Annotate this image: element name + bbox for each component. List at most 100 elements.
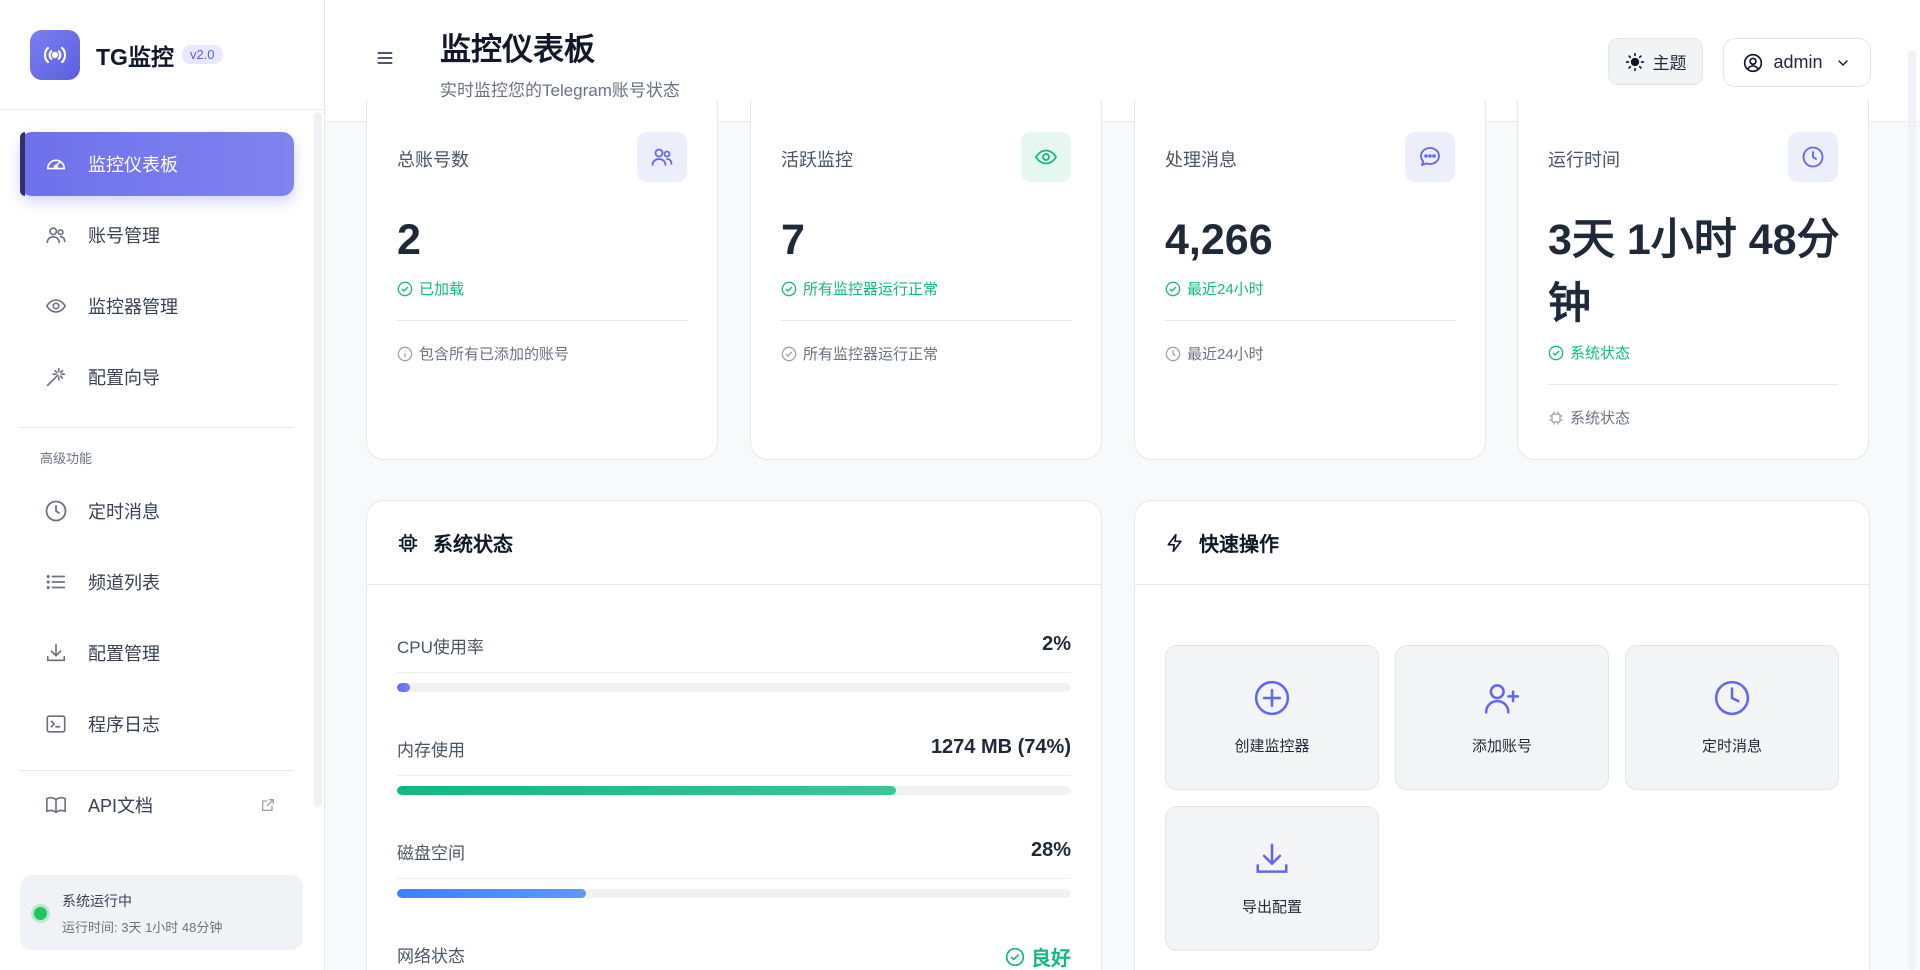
disk-progress-bar (397, 889, 586, 898)
hamburger-icon (377, 52, 393, 64)
users-icon (44, 223, 68, 247)
stat-card-monitors: 活跃监控 7 所有监控器运行正常 所有监控器运行正常 (750, 100, 1102, 460)
action-label: 定时消息 (1701, 738, 1762, 755)
sidebar-item-monitors[interactable]: 监控器管理 (20, 274, 294, 338)
stat-value: 3天 1小时 48分钟 (1548, 216, 1840, 328)
sidebar-item-channels[interactable]: 频道列表 (20, 550, 294, 614)
action-label: 导出配置 (1241, 899, 1302, 916)
version-badge: v2.0 (181, 45, 223, 64)
stat-label: 处理消息 (1165, 150, 1237, 170)
sidebar-item-dashboard[interactable]: 监控仪表板 (20, 132, 294, 196)
clock-icon (1714, 680, 1750, 716)
quick-actions-panel: 快速操作 创建监控器 添加账号 定时消息 导出配置 (1134, 500, 1870, 970)
progress-track (397, 889, 1071, 898)
cpu-metric: CPU使用率 2% (397, 633, 1071, 692)
sidebar-item-label: 配置管理 (88, 644, 160, 664)
create-monitor-button[interactable]: 创建监控器 (1165, 645, 1379, 790)
brand-name: TG监控 (96, 43, 174, 70)
divider (1165, 320, 1455, 321)
stat-note: 包含所有已添加的账号 (397, 343, 569, 364)
sidebar-item-label: 定时消息 (88, 502, 160, 522)
stat-note-text: 所有监控器运行正常 (803, 346, 939, 363)
sidebar-item-scheduled[interactable]: 定时消息 (20, 479, 294, 543)
stat-card-uptime: 运行时间 3天 1小时 48分钟 系统状态 系统状态 (1517, 100, 1869, 460)
user-circle-icon (1744, 53, 1763, 72)
chevron-down-icon (1837, 59, 1848, 66)
stat-status-text: 所有监控器运行正常 (803, 281, 939, 298)
clock-icon (1788, 132, 1838, 182)
check-circle-icon (781, 281, 797, 296)
section-title: 高级功能 (40, 451, 93, 466)
cpu-icon (1549, 410, 1563, 425)
divider (397, 878, 1071, 879)
metric-label: CPU使用率 (397, 638, 484, 657)
stat-value: 2 (397, 216, 421, 264)
sidebar-item-label: 频道列表 (88, 573, 160, 593)
eye-icon (1021, 132, 1071, 182)
theme-label: 主题 (1652, 54, 1687, 73)
stat-value: 7 (781, 216, 805, 264)
broadcast-icon (30, 29, 80, 80)
status-indicator (34, 907, 47, 920)
sidebar-nav: 监控仪表板 账号管理 监控器管理 配置向导 高级功能 定时消息 频道列表 配置管… (20, 132, 294, 832)
progress-track (397, 786, 1071, 795)
stat-status: 系统状态 (1548, 342, 1630, 363)
sidebar-item-label: 配置向导 (88, 368, 160, 388)
page-scrollbar[interactable] (1908, 50, 1916, 970)
info-icon (397, 346, 413, 361)
panel-header: 快速操作 (1135, 501, 1869, 585)
gauge-icon (44, 152, 68, 176)
system-status-panel: 系统状态 CPU使用率 2% 内存使用 1274 MB (74%) 磁盘空间 2… (366, 500, 1102, 970)
cpu-progress-bar (397, 683, 411, 692)
stat-note-text: 最近24小时 (1187, 346, 1264, 363)
plus-circle-icon (1254, 680, 1290, 716)
brand: TG监控 v2.0 (0, 0, 324, 110)
stat-note: 系统状态 (1548, 407, 1630, 428)
sidebar-item-api-docs[interactable]: API文档 (20, 785, 294, 825)
uptime-text: 运行时间: 3天 1小时 48分钟 (62, 920, 223, 935)
stat-label: 总账号数 (397, 150, 469, 170)
action-label: 创建监控器 (1234, 738, 1310, 755)
stat-status: 所有监控器运行正常 (781, 278, 938, 299)
metric-value: 28% (1030, 839, 1071, 861)
menu-toggle-button[interactable] (375, 48, 399, 72)
stat-card-messages: 处理消息 4,266 最近24小时 最近24小时 (1134, 100, 1486, 460)
check-circle-icon (1548, 345, 1564, 360)
sidebar-item-logs[interactable]: 程序日志 (20, 692, 294, 756)
stat-note: 最近24小时 (1165, 343, 1264, 364)
progress-track (397, 683, 1071, 692)
divider (20, 427, 294, 428)
network-metric: 网络状态 良好 (397, 942, 1071, 970)
sun-icon (1625, 52, 1644, 71)
message-icon (1405, 132, 1455, 182)
sidebar-item-label: 监控器管理 (88, 297, 178, 317)
stat-status: 已加载 (397, 278, 464, 299)
disk-metric: 磁盘空间 28% (397, 839, 1071, 898)
sidebar-item-config[interactable]: 配置管理 (20, 621, 294, 685)
divider (397, 320, 687, 321)
export-config-button[interactable]: 导出配置 (1165, 806, 1379, 951)
stat-status-text: 已加载 (419, 281, 465, 298)
user-menu-button[interactable]: admin (1723, 38, 1871, 87)
stat-label: 运行时间 (1548, 150, 1620, 170)
sidebar-item-wizard[interactable]: 配置向导 (20, 345, 294, 409)
download-icon (44, 641, 68, 665)
status-title: 系统运行中 (62, 893, 132, 909)
panel-title: 系统状态 (433, 534, 513, 556)
sidebar-item-accounts[interactable]: 账号管理 (20, 203, 294, 267)
add-account-button[interactable]: 添加账号 (1395, 645, 1609, 790)
sidebar: TG监控 v2.0 监控仪表板 账号管理 监控器管理 配置向导 高级功能 定时消… (0, 0, 325, 970)
check-circle-icon (397, 281, 413, 296)
theme-toggle-button[interactable]: 主题 (1608, 38, 1703, 85)
scheduled-message-button[interactable]: 定时消息 (1625, 645, 1839, 790)
divider (1548, 384, 1838, 385)
sidebar-item-label: 程序日志 (88, 715, 160, 735)
sidebar-scrollbar[interactable] (314, 112, 322, 807)
sidebar-item-label: 账号管理 (88, 226, 160, 246)
divider (20, 770, 294, 771)
list-icon (44, 570, 68, 594)
memory-progress-bar (397, 786, 896, 795)
divider (397, 672, 1071, 673)
panel-header: 系统状态 (367, 501, 1101, 585)
sidebar-item-label: 监控仪表板 (88, 155, 178, 175)
